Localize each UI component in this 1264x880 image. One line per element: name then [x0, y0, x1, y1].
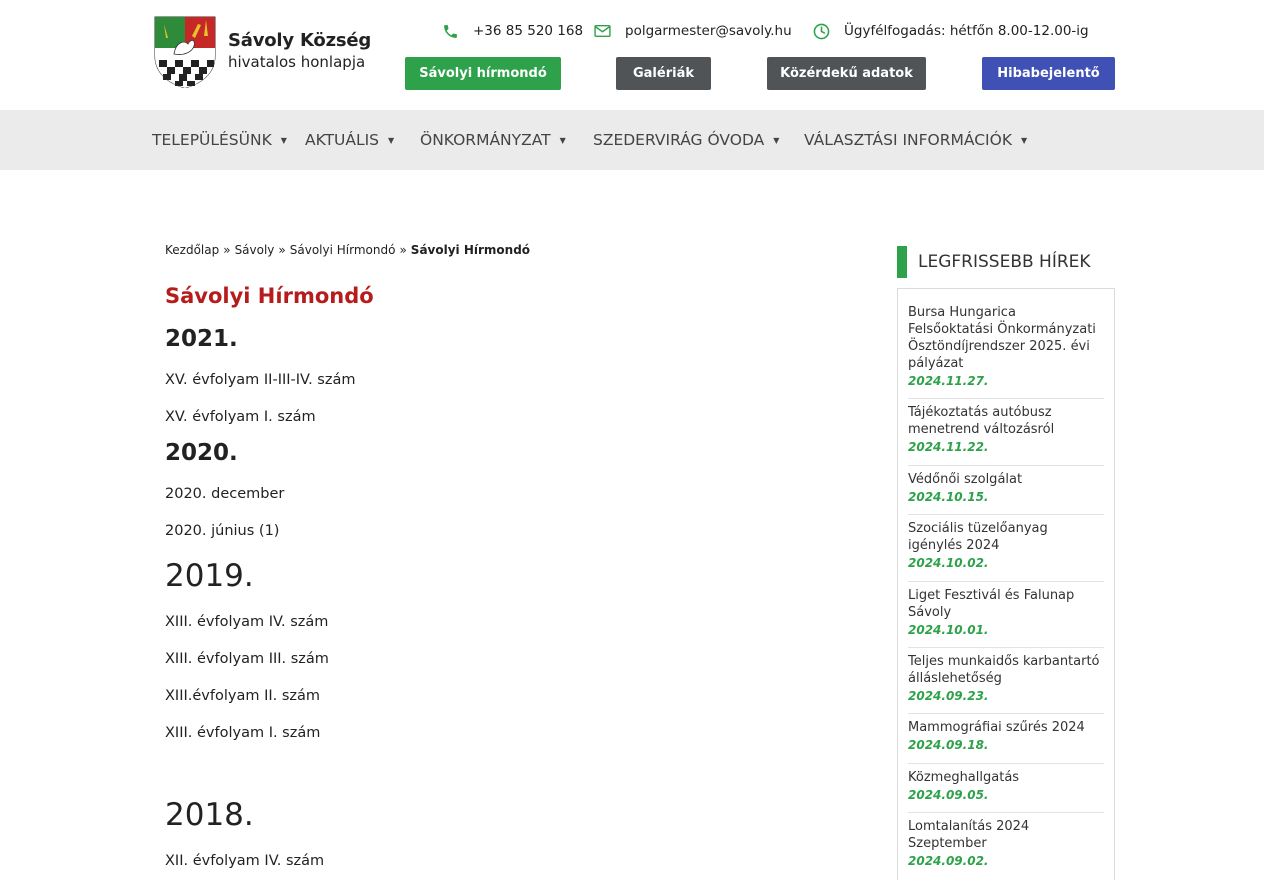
news-date: 2024.09.02. [908, 854, 989, 868]
contact-phone[interactable]: +36 85 520 168 [442, 21, 583, 41]
breadcrumb-separator: » [278, 243, 286, 257]
coat-of-arms-logo[interactable] [154, 16, 216, 88]
breadcrumb-separator: » [223, 243, 231, 257]
news-title[interactable]: Lomtalanítás 2024 Szeptember [908, 818, 1104, 852]
year-heading-2019: 2019. [165, 558, 254, 594]
site-subtitle: hivatalos honlapja [228, 53, 366, 71]
issue-link[interactable]: XIII. évfolyam I. szám [165, 725, 320, 741]
heading-accent-bar [897, 246, 907, 278]
hours-text: Ügyfélfogadás: hétfőn 8.00-12.00-ig [844, 23, 1089, 39]
contact-email[interactable]: polgarmester@savoly.hu [594, 21, 792, 41]
issue-link[interactable]: 2020. június (1) [165, 523, 279, 539]
issue-link[interactable]: XV. évfolyam II-III-IV. szám [165, 372, 355, 388]
page-title: Sávolyi Hírmondó [165, 284, 374, 308]
envelope-icon [594, 24, 611, 38]
news-date: 2024.09.05. [908, 788, 989, 802]
email-text: polgarmester@savoly.hu [625, 23, 792, 39]
year-heading-2020: 2020. [165, 440, 238, 466]
news-item[interactable]: Közmeghallgatás 2024.09.05. [908, 769, 1104, 813]
nav-item-valasztasi-informaciok[interactable]: VÁLASZTÁSI INFORMÁCIÓK ▼ [804, 110, 1027, 170]
main-navigation: TELEPÜLÉSÜNK ▼ AKTUÁLIS ▼ ÖNKORMÁNYZAT ▼… [0, 110, 1264, 170]
news-date: 2024.11.27. [908, 374, 989, 388]
issue-link[interactable]: XV. évfolyam I. szám [165, 409, 316, 425]
news-item[interactable]: Lomtalanítás 2024 Szeptember 2024.09.02. [908, 818, 1104, 880]
news-title[interactable]: Teljes munkaidős karbantartó álláslehető… [908, 653, 1104, 687]
nav-item-aktualis[interactable]: AKTUÁLIS ▼ [305, 110, 394, 170]
issue-link[interactable]: XIII. évfolyam IV. szám [165, 614, 328, 630]
nav-label: ÖNKORMÁNYZAT [420, 131, 551, 149]
site-header: Sávoly Község hivatalos honlapja +36 85 … [0, 0, 1264, 110]
breadcrumb-current: Sávolyi Hírmondó [410, 243, 531, 257]
news-date: 2024.10.15. [908, 490, 989, 504]
clock-icon [813, 23, 830, 39]
news-title[interactable]: Védőnői szolgálat [908, 471, 1104, 488]
site-name[interactable]: Sávoly Község [228, 30, 371, 51]
news-title[interactable]: Tájékoztatás autóbusz menetrend változás… [908, 404, 1104, 438]
phone-icon [444, 24, 457, 38]
caret-down-icon: ▼ [280, 135, 287, 145]
breadcrumb-link-home[interactable]: Kezdőlap [165, 243, 219, 257]
news-date: 2024.10.02. [908, 556, 989, 570]
news-date: 2024.09.18. [908, 738, 989, 752]
contact-hours: Ügyfélfogadás: hétfőn 8.00-12.00-ig [813, 21, 1089, 41]
nav-item-onkormanyzat[interactable]: ÖNKORMÁNYZAT ▼ [420, 110, 566, 170]
news-title[interactable]: Liget Fesztivál és Falunap Sávoly [908, 587, 1104, 621]
kozerdeku-adatok-button[interactable]: Közérdekű adatok [767, 57, 926, 90]
nav-label: SZEDERVIRÁG ÓVODA [593, 131, 765, 149]
nav-label: VÁLASZTÁSI INFORMÁCIÓK [804, 131, 1012, 149]
nav-label: AKTUÁLIS [305, 131, 380, 149]
news-date: 2024.11.22. [908, 440, 989, 454]
breadcrumb-link-hirmondo[interactable]: Sávolyi Hírmondó [290, 243, 396, 257]
issue-link[interactable]: 2020. december [165, 486, 284, 502]
sidebar-heading: LEGFRISSEBB HÍREK [897, 246, 1091, 278]
breadcrumb: Kezdőlap» Sávoly» Sávolyi Hírmondó» Sávolyi… [165, 243, 530, 257]
sidebar-title: LEGFRISSEBB HÍREK [918, 252, 1091, 272]
news-item[interactable]: Liget Fesztivál és Falunap Sávoly 2024.1… [908, 587, 1104, 648]
phone-text: +36 85 520 168 [473, 23, 584, 39]
issue-link[interactable]: XII. évfolyam IV. szám [165, 853, 324, 869]
news-date: 2024.09.23. [908, 689, 989, 703]
breadcrumb-link-savoly[interactable]: Sávoly [235, 243, 275, 257]
caret-down-icon: ▼ [1021, 135, 1028, 145]
breadcrumb-separator: » [399, 243, 407, 257]
news-date: 2024.10.01. [908, 623, 989, 637]
news-title[interactable]: Szociális tüzelőanyag igénylés 2024 [908, 520, 1104, 554]
nav-label: TELEPÜLÉSÜNK [152, 131, 272, 149]
news-title[interactable]: Közmeghallgatás [908, 769, 1104, 786]
caret-down-icon: ▼ [559, 135, 566, 145]
news-item[interactable]: Szociális tüzelőanyag igénylés 2024 2024… [908, 520, 1104, 582]
hibabejelento-button[interactable]: Hibabejelentő [982, 57, 1115, 90]
issue-link[interactable]: XIII. évfolyam III. szám [165, 651, 329, 667]
news-item[interactable]: Védőnői szolgálat 2024.10.15. [908, 471, 1104, 515]
caret-down-icon: ▼ [388, 135, 395, 145]
year-heading-2018: 2018. [165, 797, 254, 833]
news-item[interactable]: Teljes munkaidős karbantartó álláslehető… [908, 653, 1104, 714]
news-title[interactable]: Bursa Hungarica Felsőoktatási Önkormányz… [908, 304, 1104, 372]
nav-item-szedervirag-ovoda[interactable]: SZEDERVIRÁG ÓVODA ▼ [593, 110, 779, 170]
news-item[interactable]: Tájékoztatás autóbusz menetrend változás… [908, 404, 1104, 466]
galeriak-button[interactable]: Galériák [616, 57, 711, 90]
caret-down-icon: ▼ [773, 135, 780, 145]
nav-item-telepulesunk[interactable]: TELEPÜLÉSÜNK ▼ [152, 110, 287, 170]
news-item[interactable]: Mammográfiai szűrés 2024 2024.09.18. [908, 719, 1104, 764]
news-title[interactable]: Mammográfiai szűrés 2024 [908, 719, 1104, 736]
savolyi-hirmondo-button[interactable]: Sávolyi hírmondó [405, 57, 561, 90]
news-item[interactable]: Bursa Hungarica Felsőoktatási Önkormányz… [908, 304, 1104, 399]
year-heading-2021: 2021. [165, 326, 238, 352]
issue-link[interactable]: XIII.évfolyam II. szám [165, 688, 320, 704]
